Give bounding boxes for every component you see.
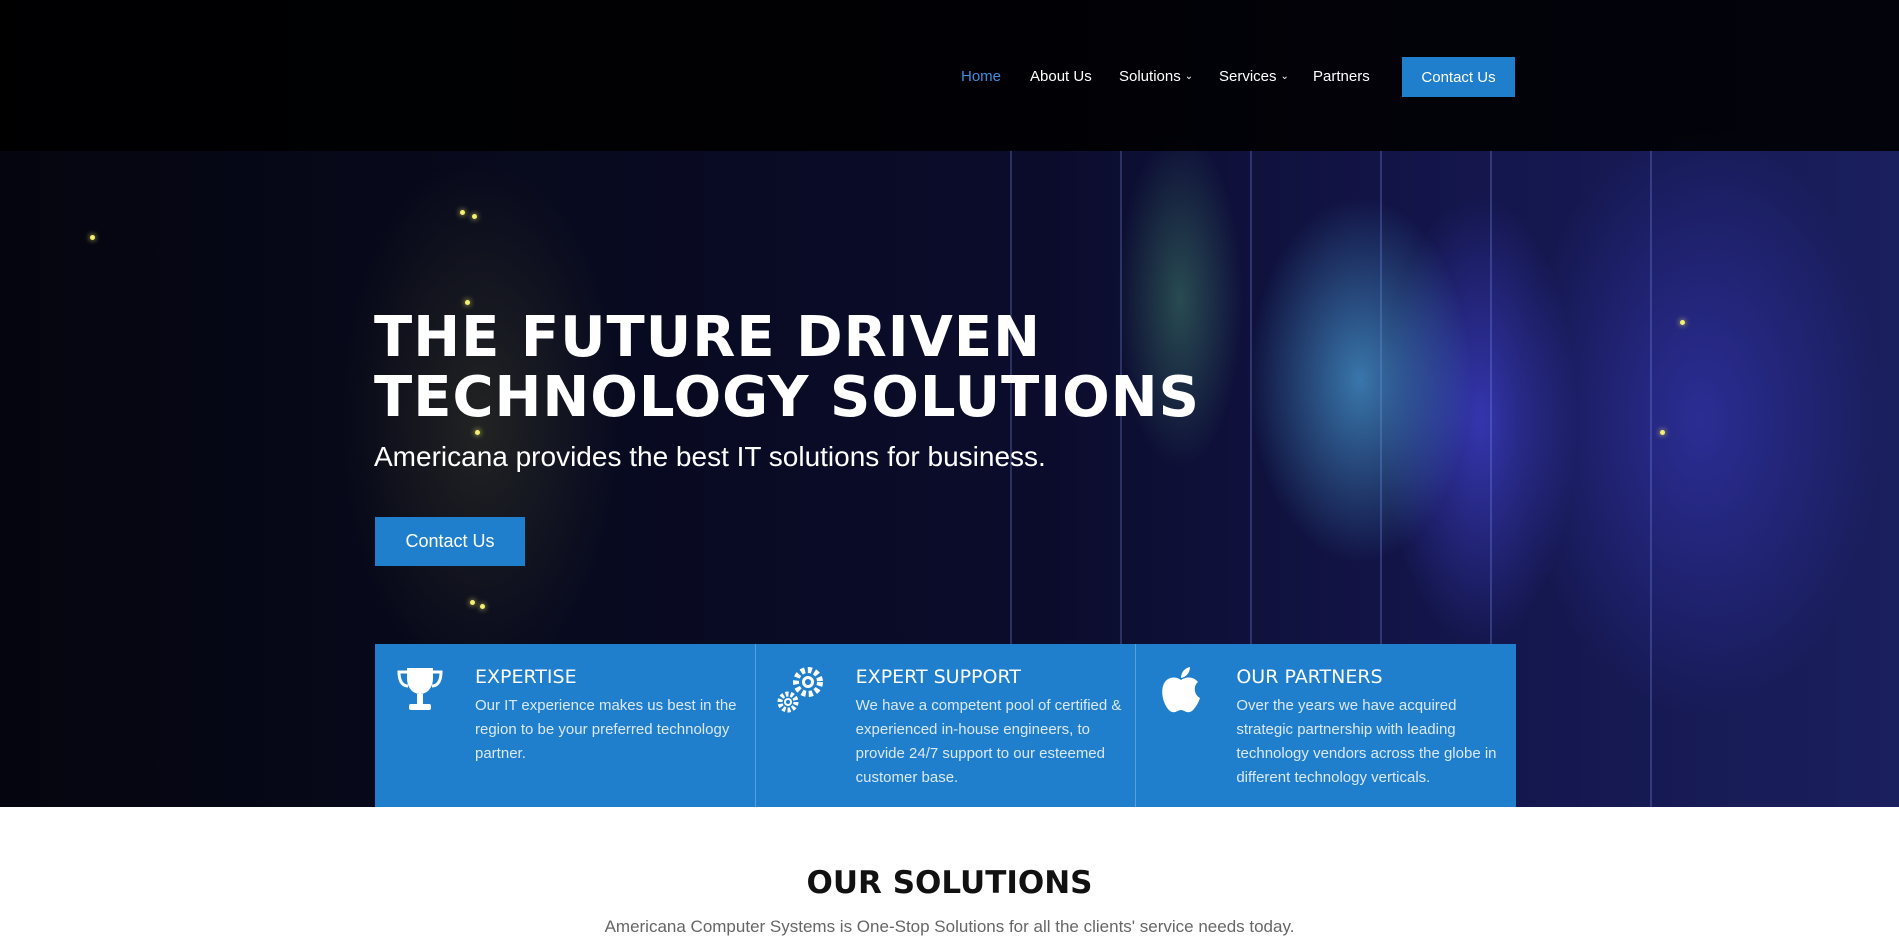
nav-item-label: Partners xyxy=(1313,68,1370,85)
server-light xyxy=(480,604,485,609)
nav-item-label: Home xyxy=(961,68,1002,85)
solutions-title: OUR SOLUTIONS xyxy=(806,865,1093,901)
server-rack-decoration xyxy=(1650,150,1652,807)
hero-title-line: TECHNOLOGY SOLUTIONS xyxy=(374,365,1200,430)
feature-title: OUR PARTNERS xyxy=(1236,666,1383,688)
chevron-down-icon: ⌄ xyxy=(1280,71,1289,82)
feature-text: Over the years we have acquired strategi… xyxy=(1236,697,1497,786)
server-light xyxy=(90,235,95,240)
hero-contact-us-button[interactable]: Contact Us xyxy=(375,517,525,566)
chevron-down-icon: ⌄ xyxy=(1184,71,1194,82)
feature-card-expert-support: EXPERT SUPPORT We have a competent pool … xyxy=(755,644,1137,807)
feature-title: EXPERTISE xyxy=(475,666,577,688)
trophy-icon xyxy=(397,668,443,710)
server-light xyxy=(1680,320,1685,325)
features-strip: EXPERTISE Our IT experience makes us bes… xyxy=(375,644,1517,807)
hero-title: THE FUTURE DRIVEN TECHNOLOGY SOLUTIONS xyxy=(374,308,1200,428)
nav-item-label: Solutions xyxy=(1119,68,1181,85)
nav-item-partners[interactable]: Partners xyxy=(1313,68,1370,85)
nav-item-solutions[interactable]: Solutions ⌄ xyxy=(1119,68,1193,85)
feature-text: We have a competent pool of certified & … xyxy=(855,697,1122,786)
nav-item-services[interactable]: Services ⌄ xyxy=(1219,68,1289,85)
server-light xyxy=(472,214,477,219)
hero-title-line: THE FUTURE DRIVEN xyxy=(374,305,1041,370)
hero-subtitle: Americana provides the best IT solutions… xyxy=(374,441,1046,472)
server-light xyxy=(470,600,475,605)
apple-icon xyxy=(1162,667,1201,713)
solutions-subtitle: Americana Computer Systems is One-Stop S… xyxy=(604,917,1295,936)
feature-card-expertise: EXPERTISE Our IT experience makes us bes… xyxy=(375,644,756,807)
feature-title: EXPERT SUPPORT xyxy=(855,666,1021,688)
top-navigation-bar: Home About Us Solutions ⌄ Services ⌄ Partn… xyxy=(0,0,1899,151)
nav-item-about-us[interactable]: About Us xyxy=(1030,68,1092,85)
nav-item-label: About Us xyxy=(1030,68,1092,85)
gears-icon xyxy=(777,667,823,713)
server-light xyxy=(1660,430,1665,435)
feature-card-our-partners: OUR PARTNERS Over the years we have acqu… xyxy=(1136,644,1517,807)
nav-item-home[interactable]: Home xyxy=(961,68,1001,85)
nav-item-label: Services xyxy=(1219,68,1277,85)
server-light xyxy=(475,430,480,435)
server-light xyxy=(460,210,465,215)
feature-text: Our IT experience makes us best in the r… xyxy=(475,697,737,762)
nav-contact-us-button[interactable]: Contact Us xyxy=(1402,57,1515,97)
